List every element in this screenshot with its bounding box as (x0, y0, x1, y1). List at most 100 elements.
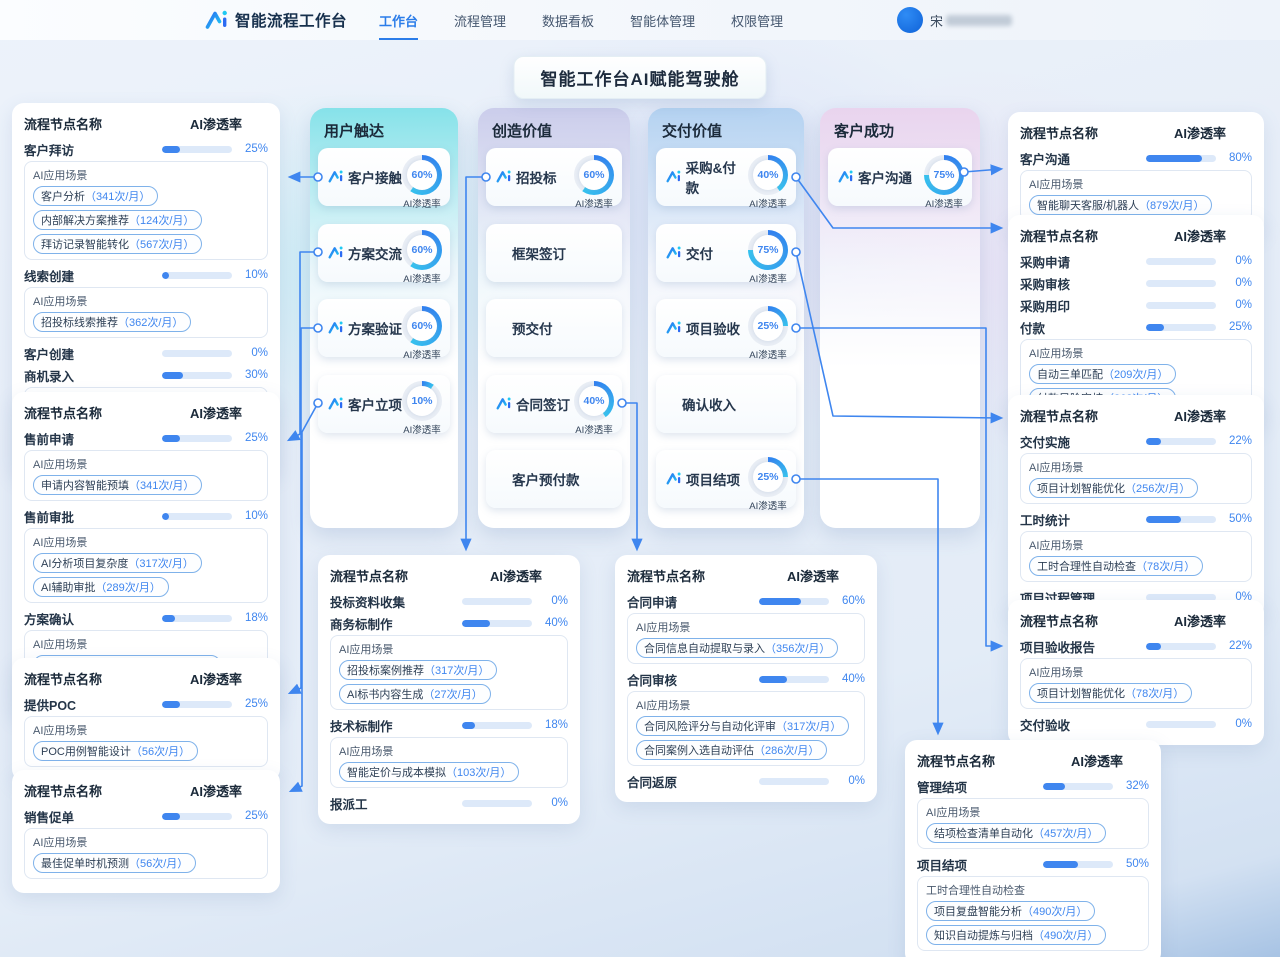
panel-header-rate: AI渗透率 (1174, 406, 1226, 425)
panel-header-node: 流程节点名称 (1020, 406, 1098, 425)
ai-scenario-box: AI应用场景 智能定价与成本模拟（103次/月） (330, 737, 568, 788)
scenario-chip[interactable]: 项目复盘智能分析（490次/月） (926, 901, 1095, 921)
process-row: 客户拜访 25% (24, 139, 268, 159)
donut-label: AI渗透率 (403, 422, 440, 436)
process-node-name: 合同审核 (627, 670, 677, 689)
scenario-chip[interactable]: POC用例智能设计（56次/月） (33, 741, 198, 761)
ai-scenario-label: AI应用场景 (636, 697, 856, 713)
stage-card-项目结项[interactable]: 项目结项 25% AI渗透率 (656, 450, 796, 508)
panel-header-node: 流程节点名称 (24, 114, 102, 133)
ai-scenario-label: AI应用场景 (926, 804, 1140, 820)
scenario-chip[interactable]: AI辅助审批（289次/月） (33, 577, 169, 597)
donut-percent: 60% (574, 155, 614, 195)
process-node-name: 提供POC (24, 695, 76, 714)
stage-card-项目验收[interactable]: 项目验收 25% AI渗透率 (656, 299, 796, 357)
ai-scenario-label: AI应用场景 (636, 619, 856, 635)
scenario-chip[interactable]: 智能定价与成本模拟（103次/月） (339, 762, 519, 782)
penetration-percent: 10% (232, 510, 268, 522)
stage-card-客户接触[interactable]: 客户接触 60% AI渗透率 (318, 148, 450, 206)
stage-card-title: 项目结项 (686, 469, 740, 489)
scenario-chip[interactable]: AI分析项目复杂度（317次/月） (33, 553, 202, 573)
penetration-donut: 40% AI渗透率 (574, 371, 614, 436)
nav-item-智能体管理[interactable]: 智能体管理 (630, 0, 695, 40)
scenario-chip[interactable]: 项目计划智能优化（78次/月） (1029, 683, 1192, 703)
scenario-chip[interactable]: 智能聊天客服/机器人（879次/月） (1029, 195, 1212, 215)
panel-header-rate: AI渗透率 (190, 781, 242, 800)
scenario-chip[interactable]: 申请内容智能预填（341次/月） (33, 475, 202, 495)
stage-card-客户立项[interactable]: 客户立项 10% AI渗透率 (318, 375, 450, 433)
panel-header: 流程节点名称 AI渗透率 (24, 669, 268, 688)
nav-item-工作台[interactable]: 工作台 (379, 0, 418, 40)
scenario-chip[interactable]: 合同案例入选自动评估（286次/月） (636, 740, 827, 760)
app-logo: 智能流程工作台 (205, 9, 347, 31)
stage-column-用户触达: 用户触达客户接触 60% AI渗透率 方案交流 60% AI渗透率 方案验证 6… (310, 108, 458, 528)
scenario-chip[interactable]: 合同风险评分与自动化评审（317次/月） (636, 716, 849, 736)
user-name: 宋 (930, 11, 1012, 30)
penetration-bar (759, 676, 829, 683)
ai-node-icon (666, 321, 682, 334)
donut-label: AI渗透率 (749, 271, 786, 285)
scenario-chip[interactable]: AI标书内容生成（27次/月） (339, 684, 491, 704)
user-area[interactable]: 宋 (897, 7, 1012, 33)
process-row: 交付验收 0% (1020, 714, 1252, 734)
ai-scenario-label: AI应用场景 (1029, 664, 1243, 680)
process-row: 采购申请 0% (1020, 251, 1252, 271)
scenario-chip[interactable]: 工时合理性自动检查（78次/月） (1029, 556, 1203, 576)
stage-card-确认收入[interactable]: 确认收入 (656, 375, 796, 433)
dashboard-page: 智能流程工作台 工作台流程管理数据看板智能体管理权限管理 宋 智能工作台AI赋能… (0, 0, 1280, 957)
detail-panel-R3: 流程节点名称 AI渗透率 交付实施 22% AI应用场景 项目计划智能优化（25… (1008, 395, 1264, 618)
panel-header: 流程节点名称 AI渗透率 (917, 751, 1149, 770)
stage-card-方案验证[interactable]: 方案验证 60% AI渗透率 (318, 299, 450, 357)
stage-card-客户沟通[interactable]: 客户沟通 75% AI渗透率 (828, 148, 972, 206)
scenario-chip[interactable]: 招投标案例推荐（317次/月） (339, 660, 497, 680)
stage-card-采购&付款[interactable]: 采购&付款 40% AI渗透率 (656, 148, 796, 206)
process-node-name: 合同申请 (627, 592, 677, 611)
donut-percent: 60% (402, 230, 442, 270)
penetration-bar (162, 701, 232, 708)
process-node-name: 工时统计 (1020, 510, 1070, 529)
panel-header-node: 流程节点名称 (330, 566, 408, 585)
process-row: 合同审核 40% (627, 669, 865, 689)
nav-item-流程管理[interactable]: 流程管理 (454, 0, 506, 40)
scenario-chip[interactable]: 最佳促单时机预测（56次/月） (33, 853, 196, 873)
scenario-chip[interactable]: 知识自动提炼与归档（490次/月） (926, 925, 1106, 945)
ai-scenario-label: AI应用场景 (339, 743, 559, 759)
stage-card-方案交流[interactable]: 方案交流 60% AI渗透率 (318, 224, 450, 282)
stage-card-框架签订[interactable]: 框架签订 (486, 224, 622, 282)
panel-header: 流程节点名称 AI渗透率 (24, 781, 268, 800)
process-row: 销售促单 25% (24, 806, 268, 826)
scenario-chip[interactable]: 拜访记录智能转化（567次/月） (33, 234, 202, 254)
avatar[interactable] (897, 7, 923, 33)
scenario-chip[interactable]: 招投标线索推荐（362次/月） (33, 312, 191, 332)
donut-percent: 40% (574, 381, 614, 421)
nav-item-数据看板[interactable]: 数据看板 (542, 0, 594, 40)
panel-header-node: 流程节点名称 (1020, 123, 1098, 142)
scenario-chip-list: 项目计划智能优化（256次/月） (1029, 478, 1243, 498)
process-node-name: 管理结项 (917, 777, 967, 796)
scenario-chip-list: 合同风险评分与自动化评审（317次/月） 合同案例入选自动评估（286次/月） (636, 716, 856, 760)
nav-menu: 工作台流程管理数据看板智能体管理权限管理 (379, 0, 783, 40)
scenario-chip[interactable]: 自动三单匹配（209次/月） (1029, 364, 1176, 384)
stage-card-交付[interactable]: 交付 75% AI渗透率 (656, 224, 796, 282)
scenario-chip[interactable]: 内部解决方案推荐（124次/月） (33, 210, 202, 230)
penetration-bar (1146, 438, 1216, 445)
process-node-name: 采购申请 (1020, 252, 1070, 271)
scenario-chip[interactable]: 结项检查清单自动化（457次/月） (926, 823, 1106, 843)
penetration-percent: 0% (532, 595, 568, 607)
nav-item-权限管理[interactable]: 权限管理 (731, 0, 783, 40)
scenario-chip[interactable]: 合同信息自动提取与录入（356次/月） (636, 638, 838, 658)
scenario-chip[interactable]: 客户分析（341次/月） (33, 186, 158, 206)
ai-scenario-label: AI应用场景 (33, 834, 259, 850)
stage-card-招投标[interactable]: 招投标 60% AI渗透率 (486, 148, 622, 206)
stage-card-客户预付款[interactable]: 客户预付款 (486, 450, 622, 508)
process-row: 商机录入 30% (24, 365, 268, 385)
scenario-chip-list: 招投标线索推荐（362次/月） (33, 312, 259, 332)
stage-card-合同签订[interactable]: 合同签订 40% AI渗透率 (486, 375, 622, 433)
ai-scenario-box: AI应用场景 项目计划智能优化（78次/月） (1020, 658, 1252, 709)
process-node-name: 商务标制作 (330, 614, 393, 633)
scenario-chip[interactable]: 项目计划智能优化（256次/月） (1029, 478, 1198, 498)
stage-card-title: 项目验收 (686, 318, 740, 338)
penetration-bar (162, 615, 232, 622)
panel-header: 流程节点名称 AI渗透率 (1020, 123, 1252, 142)
stage-card-预交付[interactable]: 预交付 (486, 299, 622, 357)
